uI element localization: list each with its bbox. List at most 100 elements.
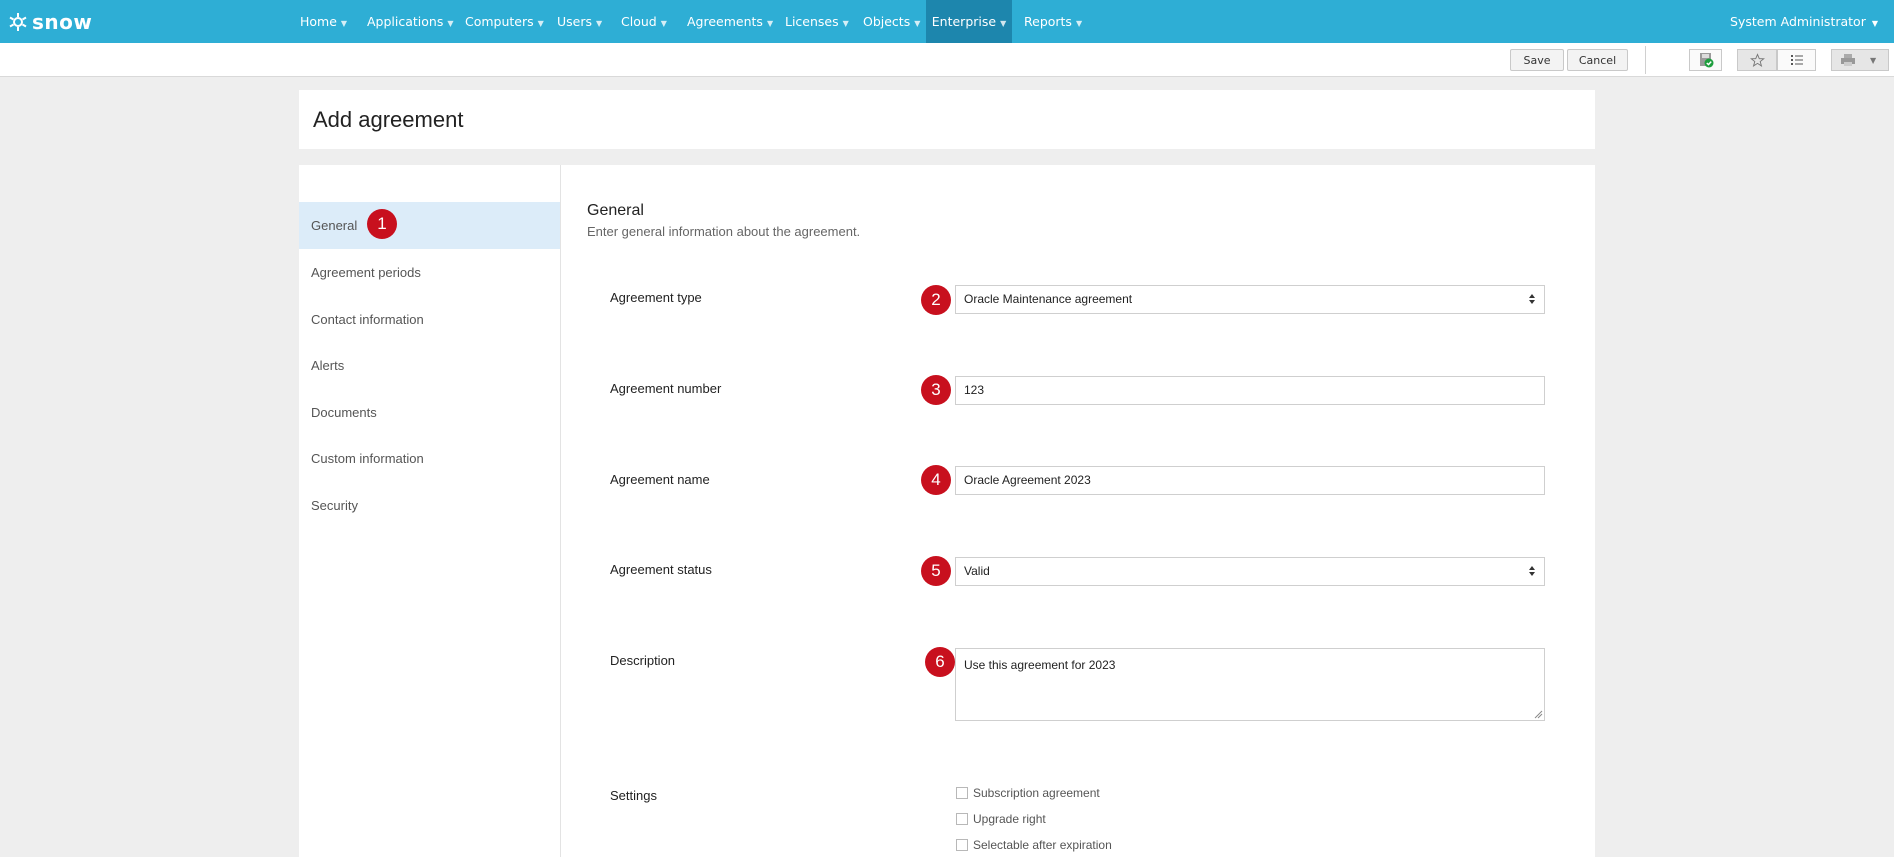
sidebar-item-label: General <box>311 218 358 233</box>
agreement-type-value: Oracle Maintenance agreement <box>964 292 1133 306</box>
caret-down-icon: ▼ <box>914 19 921 28</box>
agreement-type-label: Agreement type <box>610 290 702 305</box>
nav-item-objects[interactable]: Objects ▼ <box>863 0 920 43</box>
subscription-agreement-checkbox[interactable] <box>956 787 968 799</box>
agreement-status-label: Agreement status <box>610 562 712 577</box>
caret-down-icon: ▼ <box>537 19 544 28</box>
nav-item-label: Applications <box>367 14 444 29</box>
sidebar-item-label: Alerts <box>311 358 345 373</box>
sidebar-item-alerts[interactable]: Alerts <box>299 342 560 389</box>
selectable-after-expiration-option[interactable]: Selectable after expiration <box>956 837 1112 853</box>
checkbox-label: Upgrade right <box>973 812 1046 826</box>
chevron-down-icon[interactable]: ▼ <box>1870 56 1876 65</box>
page-title: Add agreement <box>313 107 464 132</box>
nav-item-enterprise[interactable]: Enterprise ▼ <box>926 0 1012 43</box>
step-badge-2: 2 <box>921 285 951 315</box>
top-navigation-bar: snow Home ▼ Applications ▼ Computers ▼ User… <box>0 0 1894 43</box>
nav-item-label: Users <box>557 14 593 29</box>
agreement-status-select[interactable]: Valid <box>955 557 1545 586</box>
save-button[interactable]: Save <box>1510 49 1564 71</box>
nav-item-label: Licenses <box>785 14 839 29</box>
checkbox-label: Selectable after expiration <box>973 838 1112 852</box>
caret-down-icon: ▼ <box>766 19 774 28</box>
caret-down-icon: ▼ <box>340 19 348 28</box>
snow-logo[interactable]: snow <box>8 10 92 34</box>
section-subtitle: Enter general information about the agre… <box>587 224 861 239</box>
agreement-number-input[interactable]: 123 <box>955 376 1545 405</box>
step-badge-6: 6 <box>925 647 955 677</box>
caret-down-icon: ▼ <box>660 19 667 28</box>
caret-down-icon: ▼ <box>1075 19 1083 28</box>
agreement-number-label: Agreement number <box>610 381 722 396</box>
sidebar-item-label: Agreement periods <box>311 265 421 280</box>
step-badge-5: 5 <box>921 556 951 586</box>
caret-down-icon: ▼ <box>1000 19 1007 28</box>
nav-item-applications[interactable]: Applications ▼ <box>367 0 454 43</box>
upgrade-right-checkbox[interactable] <box>956 813 968 825</box>
description-textarea[interactable]: Use this agreement for 2023 <box>955 648 1545 721</box>
section-title: General <box>587 202 644 219</box>
selectable-after-expiration-checkbox[interactable] <box>956 839 968 851</box>
sidebar-item-contact-information[interactable]: Contact information <box>299 296 560 343</box>
nav-item-label: Agreements <box>687 14 763 29</box>
side-navigation: General 1 Agreement periods Contact info… <box>299 165 561 857</box>
nav-item-computers[interactable]: Computers ▼ <box>465 0 544 43</box>
nav-item-cloud[interactable]: Cloud ▼ <box>621 0 667 43</box>
caret-down-icon: ▼ <box>596 19 603 28</box>
list-view-button[interactable] <box>1777 49 1816 71</box>
action-toolbar: Save Cancel ▼ <box>0 43 1894 77</box>
nav-item-agreements[interactable]: Agreements ▼ <box>687 0 773 43</box>
nav-item-label: Reports <box>1024 14 1072 29</box>
subscription-agreement-option[interactable]: Subscription agreement <box>956 785 1100 801</box>
star-icon <box>1749 52 1765 67</box>
toolbar-divider <box>1645 46 1646 74</box>
print-button[interactable]: ▼ <box>1831 49 1889 71</box>
sidebar-item-label: Documents <box>311 405 377 420</box>
nav-item-home[interactable]: Home ▼ <box>300 0 347 43</box>
user-name: System Administrator <box>1730 14 1866 29</box>
resize-grip-icon[interactable] <box>1533 709 1543 719</box>
nav-item-label: Home <box>300 14 337 29</box>
print-icon <box>1841 54 1855 66</box>
step-badge-4: 4 <box>921 465 951 495</box>
agreement-type-select[interactable]: Oracle Maintenance agreement <box>955 285 1545 314</box>
main-content-panel: General 1 Agreement periods Contact info… <box>299 165 1595 857</box>
sidebar-item-security[interactable]: Security <box>299 482 560 529</box>
description-value: Use this agreement for 2023 <box>964 658 1116 672</box>
sidebar-item-documents[interactable]: Documents <box>299 389 560 436</box>
agreement-name-input[interactable]: Oracle Agreement 2023 <box>955 466 1545 495</box>
caret-down-icon: ▼ <box>447 19 454 28</box>
nav-item-users[interactable]: Users ▼ <box>557 0 602 43</box>
nav-item-licenses[interactable]: Licenses ▼ <box>785 0 849 43</box>
logo-text: snow <box>32 10 93 34</box>
sidebar-item-label: Custom information <box>311 451 424 466</box>
sidebar-item-label: Security <box>311 498 358 513</box>
nav-item-label: Enterprise <box>931 14 997 29</box>
select-arrows-icon <box>1529 294 1535 304</box>
sidebar-item-label: Contact information <box>311 312 424 327</box>
user-menu[interactable]: System Administrator ▼ <box>1730 0 1878 43</box>
save-status-button[interactable] <box>1689 49 1722 71</box>
nav-item-label: Objects <box>863 14 911 29</box>
agreement-name-label: Agreement name <box>610 472 710 487</box>
nav-item-label: Cloud <box>621 14 657 29</box>
favorite-button[interactable] <box>1737 49 1777 71</box>
nav-item-reports[interactable]: Reports ▼ <box>1024 0 1082 43</box>
upgrade-right-option[interactable]: Upgrade right <box>956 811 1046 827</box>
description-label: Description <box>610 653 676 668</box>
agreement-status-value: Valid <box>964 564 990 578</box>
list-icon <box>1790 55 1803 65</box>
caret-down-icon: ▼ <box>1871 19 1878 28</box>
sidebar-item-custom-information[interactable]: Custom information <box>299 435 560 482</box>
settings-label: Settings <box>610 788 657 803</box>
save-status-icon <box>1699 53 1713 68</box>
nav-item-label: Computers <box>465 14 534 29</box>
caret-down-icon: ▼ <box>842 19 849 28</box>
step-badge-1: 1 <box>367 209 397 239</box>
select-arrows-icon <box>1529 566 1535 576</box>
sidebar-item-general[interactable]: General <box>299 202 560 249</box>
sidebar-item-agreement-periods[interactable]: Agreement periods <box>299 249 560 296</box>
cancel-button[interactable]: Cancel <box>1567 49 1628 71</box>
page-header: Add agreement <box>299 90 1595 149</box>
step-badge-3: 3 <box>921 375 951 405</box>
